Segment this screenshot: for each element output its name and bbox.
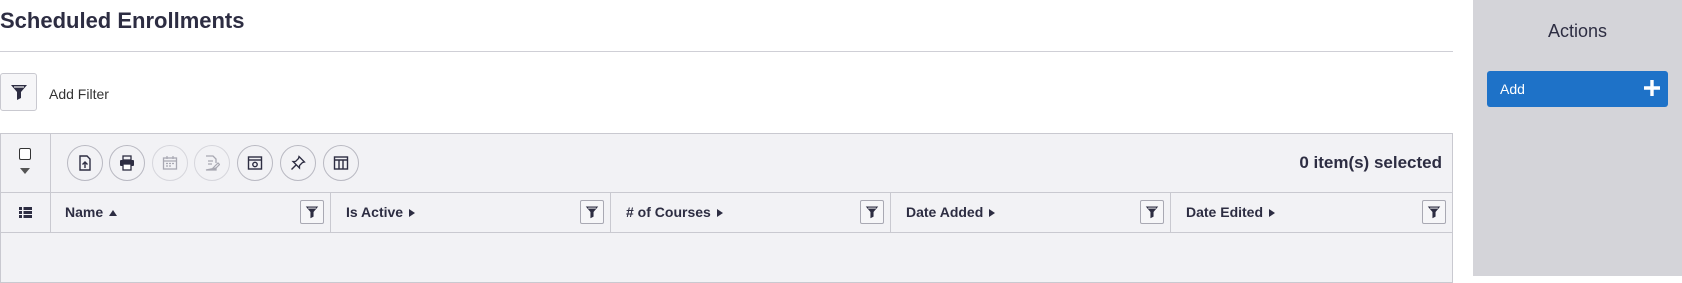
title-divider (0, 51, 1453, 52)
column-filter-button[interactable] (1422, 200, 1446, 224)
edit-document-icon (205, 155, 220, 171)
plus-icon (1644, 80, 1660, 96)
calendar-button[interactable] (152, 145, 188, 181)
grid-header-row: Name Is Active # of Courses Date Added D… (1, 192, 1452, 233)
select-all-checkbox[interactable] (19, 148, 31, 160)
column-header-date-edited: Date Edited (1171, 192, 1452, 232)
add-button[interactable]: Add (1487, 71, 1668, 107)
column-sort-date-added[interactable]: Date Added (906, 204, 996, 220)
column-header-num-courses: # of Courses (611, 192, 891, 232)
list-icon (19, 206, 32, 218)
column-filter-button[interactable] (1140, 200, 1164, 224)
page-title: Scheduled Enrollments (0, 8, 245, 33)
grid-toolbar: 0 item(s) selected (1, 134, 1452, 193)
caret-right-icon (409, 209, 416, 218)
chevron-down-icon[interactable] (20, 168, 30, 174)
column-filter-button[interactable] (300, 200, 324, 224)
print-icon (120, 155, 134, 171)
column-filter-button[interactable] (860, 200, 884, 224)
caret-right-icon (716, 209, 723, 218)
export-button[interactable] (67, 145, 103, 181)
export-icon (79, 155, 91, 171)
column-chooser-button[interactable] (1, 192, 51, 232)
selected-count: 0 item(s) selected (1299, 153, 1442, 172)
column-sort-date-edited[interactable]: Date Edited (1186, 204, 1276, 220)
filter-icon (1427, 206, 1441, 219)
column-label: Date Added (906, 204, 984, 220)
column-header-date-added: Date Added (891, 192, 1171, 232)
caret-right-icon (1269, 209, 1276, 218)
add-button-label: Add (1500, 81, 1525, 97)
column-header-is-active: Is Active (331, 192, 611, 232)
column-label: Date Edited (1186, 204, 1264, 220)
schedule-settings-icon (247, 156, 263, 170)
filter-icon (305, 206, 319, 219)
filter-icon (1145, 206, 1159, 219)
caret-right-icon (989, 209, 996, 218)
column-label: Name (65, 204, 104, 220)
column-label: Is Active (346, 204, 404, 220)
print-button[interactable] (109, 145, 145, 181)
filter-icon (585, 206, 599, 219)
select-all-dropdown[interactable] (1, 134, 51, 192)
add-filter-label[interactable]: Add Filter (49, 86, 109, 102)
column-label: # of Courses (626, 204, 711, 220)
pin-button[interactable] (280, 145, 316, 181)
actions-sidebar: Actions Add (1473, 0, 1682, 276)
filter-icon (10, 85, 27, 100)
edit-document-button[interactable] (194, 145, 230, 181)
columns-icon (333, 156, 349, 170)
column-sort-is-active[interactable]: Is Active (346, 204, 416, 220)
filter-icon (865, 206, 879, 219)
filter-button[interactable] (0, 73, 37, 111)
column-sort-name[interactable]: Name (65, 204, 118, 220)
columns-button[interactable] (323, 145, 359, 181)
main-content: Scheduled Enrollments Add Filter 0 item(… (0, 0, 1473, 283)
schedule-settings-button[interactable] (237, 145, 273, 181)
column-header-name: Name (50, 192, 331, 232)
calendar-icon (162, 156, 178, 170)
data-grid: 0 item(s) selected Name Is Active # of C… (0, 133, 1453, 283)
column-filter-button[interactable] (580, 200, 604, 224)
sort-asc-icon (109, 210, 118, 217)
column-sort-num-courses[interactable]: # of Courses (626, 204, 723, 220)
actions-title: Actions (1547, 21, 1608, 41)
pin-icon (291, 155, 306, 170)
